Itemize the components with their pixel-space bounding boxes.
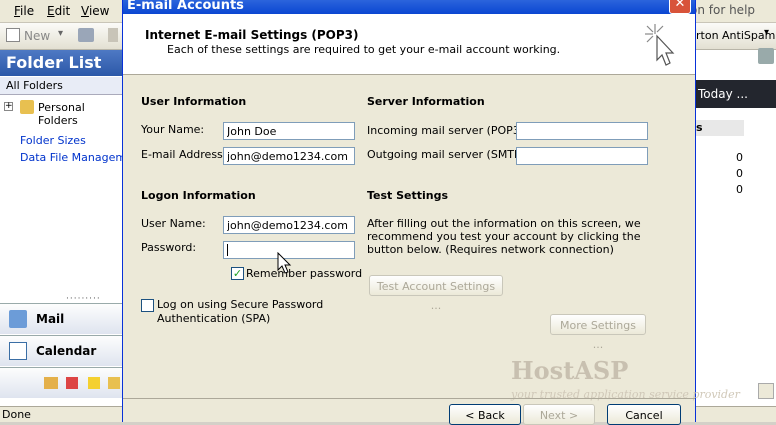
right-pane-header: s	[696, 120, 744, 136]
watermark-tagline: your trusted application service provide…	[511, 388, 740, 401]
help-search-box[interactable]: on for help	[690, 1, 776, 19]
incoming-server-input[interactable]	[516, 122, 648, 140]
new-icon	[6, 28, 20, 42]
menu-file[interactable]: File	[14, 4, 34, 18]
spa-label-line2[interactable]: Authentication (SPA)	[157, 312, 270, 325]
email-address-label: E-mail Address:	[141, 148, 227, 161]
email-accounts-dialog: E-mail Accounts ✕ Internet E-mail Settin…	[122, 0, 740, 425]
test-settings-text-2: recommend you test your account by click…	[367, 230, 641, 243]
user-info-heading: User Information	[141, 95, 247, 108]
new-button[interactable]: New	[24, 29, 50, 43]
new-dropdown-icon[interactable]: ▾	[58, 28, 63, 39]
all-folders-label: All Folders	[0, 77, 122, 95]
logon-info-heading: Logon Information	[141, 189, 256, 202]
folder-list-title: Folder List	[0, 50, 122, 76]
contacts-icon[interactable]	[44, 377, 58, 389]
folder-sizes-link[interactable]: Folder Sizes	[20, 134, 86, 147]
close-icon: ✕	[674, 0, 686, 11]
tasks-icon[interactable]	[66, 377, 78, 389]
password-label: Password:	[141, 241, 197, 254]
status-text: Done	[2, 408, 31, 421]
calendar-label: Calendar	[36, 344, 97, 358]
expand-icon[interactable]: +	[4, 102, 13, 111]
calendar-button[interactable]: Calendar	[0, 335, 122, 366]
spa-checkbox[interactable]	[141, 299, 154, 312]
test-account-settings-button[interactable]: Test Account Settings ...	[369, 275, 503, 312]
watermark-logo: HostASP	[511, 356, 629, 385]
mail-button[interactable]: Mail	[0, 303, 122, 334]
text-caret	[227, 244, 228, 256]
toolbar-options-icon[interactable]: ▾	[764, 27, 774, 41]
mouse-pointer-icon	[277, 252, 292, 274]
incoming-server-label: Incoming mail server (POP3):	[367, 124, 528, 137]
menu-edit[interactable]: Edit	[47, 4, 70, 18]
right-pane: Today ... s 0 0 0	[696, 48, 776, 406]
user-name-label: User Name:	[141, 217, 206, 230]
remember-password-label[interactable]: Remember password	[246, 267, 362, 280]
cursor-sparkle-icon	[645, 24, 675, 66]
email-address-input[interactable]	[223, 147, 355, 165]
folder-pane: Folder List All Folders + Personal Folde…	[0, 50, 144, 406]
dialog-header-subtitle: Each of these settings are required to g…	[167, 43, 561, 56]
more-settings-button[interactable]: More Settings ...	[550, 314, 646, 351]
close-button[interactable]: ✕	[669, 0, 691, 14]
calendar-icon	[9, 342, 27, 360]
shortcut-bar	[0, 367, 122, 398]
remember-password-checkbox[interactable]: ✓	[231, 267, 244, 280]
count-3: 0	[736, 183, 743, 196]
test-settings-text-3: button below. (Requires network connecti…	[367, 243, 614, 256]
server-info-heading: Server Information	[367, 95, 485, 108]
today-header[interactable]: Today ...	[696, 80, 776, 108]
button-separator	[123, 398, 695, 399]
your-name-label: Your Name:	[141, 123, 205, 136]
print-icon[interactable]	[78, 28, 94, 42]
gear-icon[interactable]	[758, 48, 774, 64]
outgoing-server-input[interactable]	[516, 147, 648, 165]
personal-folders-item[interactable]: Personal Folders	[38, 101, 122, 127]
personal-folders-icon	[20, 100, 34, 114]
outgoing-server-label: Outgoing mail server (SMTP):	[367, 148, 529, 161]
spa-label-line1[interactable]: Log on using Secure Password	[157, 298, 323, 311]
dialog-title: E-mail Accounts	[127, 0, 244, 13]
user-name-input[interactable]	[223, 216, 355, 234]
test-settings-text-1: After filling out the information on thi…	[367, 217, 641, 230]
dialog-title-bar[interactable]: E-mail Accounts	[123, 0, 695, 14]
mail-label: Mail	[36, 312, 65, 326]
resize-grip[interactable]	[758, 383, 774, 399]
count-2: 0	[736, 167, 743, 180]
mail-icon	[9, 310, 27, 328]
folder-icon[interactable]	[108, 377, 120, 389]
your-name-input[interactable]	[223, 122, 355, 140]
test-settings-heading: Test Settings	[367, 189, 449, 202]
count-1: 0	[736, 151, 743, 164]
dialog-header: Internet E-mail Settings (POP3) Each of …	[123, 14, 695, 75]
menu-view[interactable]: View	[81, 4, 109, 18]
move-icon[interactable]	[108, 28, 118, 42]
notes-icon[interactable]	[88, 377, 100, 389]
dialog-header-title: Internet E-mail Settings (POP3)	[145, 28, 359, 42]
